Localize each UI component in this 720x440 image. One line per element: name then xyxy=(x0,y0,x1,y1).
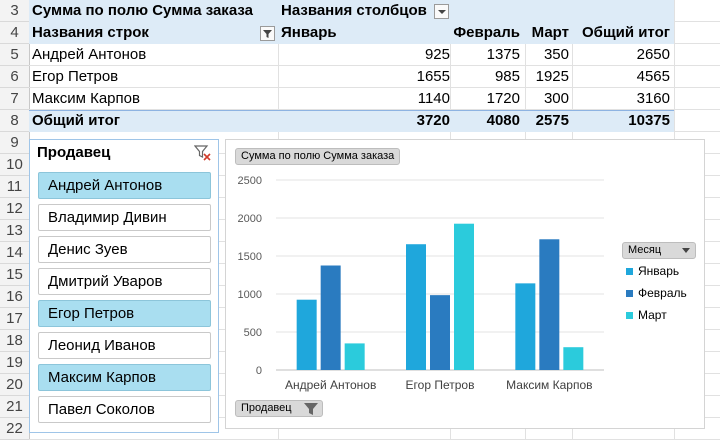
pivot-cell[interactable]: 1720 xyxy=(440,88,520,110)
row-number[interactable]: 7 xyxy=(0,88,29,110)
bar-3-2[interactable] xyxy=(454,223,474,370)
row-headers[interactable]: 3 4 5 6 7 8 9 10 11 12 13 14 15 16 17 18 19 20 21 22 xyxy=(0,0,30,440)
y-tick-label: 500 xyxy=(244,327,262,339)
row-number[interactable]: 15 xyxy=(0,264,29,286)
legend-item[interactable]: Февраль xyxy=(626,286,687,300)
row-number[interactable]: 5 xyxy=(0,44,29,66)
slicer-item[interactable]: Егор Петров xyxy=(38,300,211,327)
bar-1-2[interactable] xyxy=(406,244,426,370)
bar-1-3[interactable] xyxy=(515,283,536,370)
legend-label: Март xyxy=(638,308,667,322)
row-number[interactable]: 14 xyxy=(0,242,29,264)
pivot-cell[interactable]: 300 xyxy=(510,88,569,110)
legend-label: Февраль xyxy=(638,286,687,300)
axis-field-label: Продавец xyxy=(241,402,292,414)
x-category-label: Максим Карпов xyxy=(506,378,592,392)
col-filter-dropdown[interactable] xyxy=(434,4,449,19)
row-number[interactable]: 19 xyxy=(0,352,29,374)
y-tick-label: 0 xyxy=(256,365,262,377)
pivot-cell[interactable]: 1140 xyxy=(370,88,450,110)
pivot-row-label[interactable]: Андрей Антонов xyxy=(32,44,146,66)
row-filter-button[interactable] xyxy=(260,26,275,41)
legend-label: Январь xyxy=(638,264,680,278)
slicer-title: Продавец xyxy=(37,144,111,161)
pivot-value-field[interactable]: Сумма по полю Сумма заказа xyxy=(32,0,253,22)
row-number[interactable]: 16 xyxy=(0,286,29,308)
legend-item[interactable]: Январь xyxy=(626,264,679,278)
chart-plot: 0 500 1000 1500 2000 2500 Андрей Антонов Егор П… xyxy=(238,175,604,392)
grand-total-mar: 2575 xyxy=(535,112,569,129)
pivot-col-labels-title[interactable]: Названия столбцов xyxy=(281,0,427,22)
slicer-item[interactable]: Денис Зуев xyxy=(38,236,211,263)
row-number[interactable]: 21 xyxy=(0,396,29,418)
row-number[interactable]: 9 xyxy=(0,132,29,154)
filter-icon xyxy=(263,30,272,38)
slicer-item[interactable]: Максим Карпов xyxy=(38,364,211,391)
chevron-down-icon xyxy=(682,248,690,253)
bar-3-1[interactable] xyxy=(344,343,365,370)
pivot-cell[interactable]: 985 xyxy=(440,66,520,88)
y-tick-label: 1500 xyxy=(238,251,262,263)
row-number[interactable]: 10 xyxy=(0,154,29,176)
row-number[interactable]: 18 xyxy=(0,330,29,352)
legend-field-button[interactable]: Месяц xyxy=(622,242,696,259)
y-tick-label: 1000 xyxy=(238,289,262,301)
bar-3-3[interactable] xyxy=(563,347,584,370)
pivot-row-labels-title[interactable]: Названия строк xyxy=(32,22,149,44)
slicer-item[interactable]: Дмитрий Уваров xyxy=(38,268,211,295)
col-header-total: Общий итог xyxy=(582,24,670,41)
row-number[interactable]: 17 xyxy=(0,308,29,330)
row-number[interactable]: 11 xyxy=(0,176,29,198)
row-number[interactable]: 22 xyxy=(0,418,29,440)
y-tick-label: 2000 xyxy=(238,213,262,225)
clear-filter-icon[interactable] xyxy=(193,144,212,162)
slicer-item[interactable]: Леонид Иванов xyxy=(38,332,211,359)
pivot-cell[interactable]: 1655 xyxy=(370,66,450,88)
pivot-row-label[interactable]: Егор Петров xyxy=(32,66,118,88)
grand-total-all: 10375 xyxy=(628,112,670,129)
seller-slicer[interactable]: Продавец Андрей Антонов Владимир Дивин Ден… xyxy=(29,139,219,433)
grand-total-feb: 4080 xyxy=(486,112,520,129)
pivot-row-label[interactable]: Максим Карпов xyxy=(32,88,140,110)
row-number[interactable]: 3 xyxy=(0,0,29,22)
bar-2-2[interactable] xyxy=(430,295,450,370)
row-number[interactable]: 8 xyxy=(0,110,29,132)
row-number[interactable]: 13 xyxy=(0,220,29,242)
axis-field-button[interactable]: Продавец xyxy=(235,400,323,417)
slicer-item[interactable]: Андрей Антонов xyxy=(38,172,211,199)
pivot-cell[interactable]: 4565 xyxy=(570,66,670,88)
legend-item[interactable]: Март xyxy=(626,308,667,322)
pivot-cell[interactable]: 350 xyxy=(510,44,569,66)
col-header-feb: Февраль xyxy=(453,24,520,41)
legend-swatch xyxy=(626,312,633,320)
pivot-cell[interactable]: 925 xyxy=(370,44,450,66)
slicer-item[interactable]: Павел Соколов xyxy=(38,396,211,423)
x-category-label: Андрей Антонов xyxy=(285,378,376,392)
bar-1-1[interactable] xyxy=(296,299,317,370)
legend-swatch xyxy=(626,290,633,298)
pivot-cell[interactable]: 3160 xyxy=(570,88,670,110)
row-number[interactable]: 6 xyxy=(0,66,29,88)
col-header-jan: Январь xyxy=(281,24,337,41)
row-number[interactable]: 4 xyxy=(0,22,29,44)
x-category-label: Егор Петров xyxy=(406,378,475,392)
row-number[interactable]: 20 xyxy=(0,374,29,396)
pivot-chart[interactable]: Сумма по полю Сумма заказа 0 500 1000 1500 2… xyxy=(225,139,705,429)
grand-total-jan: 3720 xyxy=(416,112,450,129)
legend-swatch xyxy=(626,268,633,276)
slicer-item[interactable]: Владимир Дивин xyxy=(38,204,211,231)
pivot-cell[interactable]: 1375 xyxy=(440,44,520,66)
bar-2-3[interactable] xyxy=(539,239,560,370)
filter-icon xyxy=(304,403,318,415)
col-header-mar: Март xyxy=(531,24,569,41)
grand-total-label: Общий итог xyxy=(32,112,120,129)
y-tick-label: 2500 xyxy=(238,175,262,187)
pivot-cell[interactable]: 2650 xyxy=(570,44,670,66)
bar-2-1[interactable] xyxy=(320,265,341,371)
legend-field-label: Месяц xyxy=(628,244,662,256)
pivot-cell[interactable]: 1925 xyxy=(510,66,569,88)
row-number[interactable]: 12 xyxy=(0,198,29,220)
